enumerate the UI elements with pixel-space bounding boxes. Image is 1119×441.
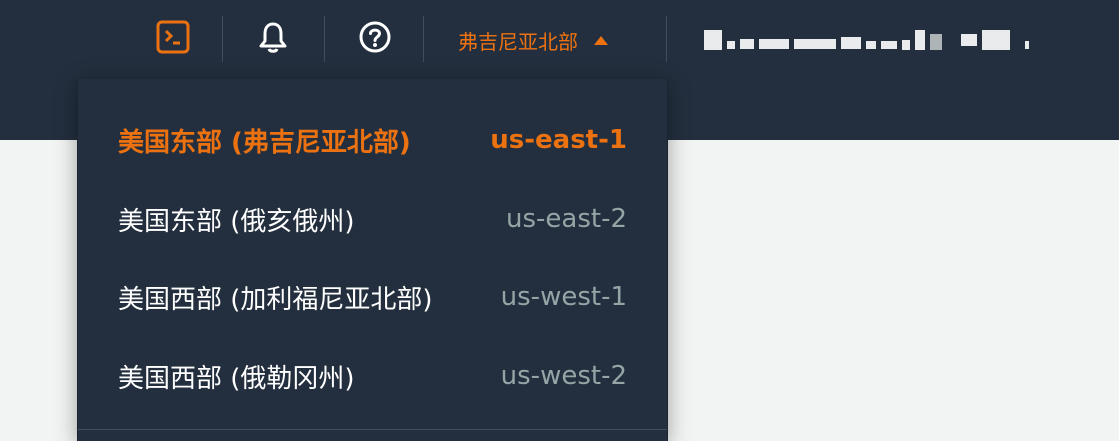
nav-divider [222,16,223,62]
account-label-redacted [704,30,1029,50]
nav-divider [324,16,325,62]
region-selector-label: 弗吉尼亚北部 [458,29,578,54]
region-item-code: us-west-2 [500,361,627,391]
region-item-us-west-2[interactable]: 美国西部 (俄勒冈州) us-west-2 [78,346,669,406]
menu-divider [78,429,667,430]
nav-divider [666,16,667,62]
account-menu-button[interactable] [704,28,1104,52]
region-item-us-west-1[interactable]: 美国西部 (加利福尼亚北部) us-west-1 [78,267,669,327]
top-navigation-bar: 弗吉尼亚北部 [0,0,1119,78]
help-button[interactable] [355,19,395,59]
region-item-code: us-east-1 [490,125,627,155]
region-item-code: us-east-2 [506,204,627,234]
region-item-code: us-west-1 [500,282,627,312]
caret-up-icon [594,35,608,45]
region-item-name: 美国西部 (俄勒冈州) [118,363,355,394]
region-item-us-east-1[interactable]: 美国东部 (弗吉尼亚北部) us-east-1 [78,110,669,170]
nav-divider [423,16,424,62]
notifications-button[interactable] [253,19,293,59]
region-item-name: 美国西部 (加利福尼亚北部) [118,284,433,315]
region-dropdown-menu: 美国东部 (弗吉尼亚北部) us-east-1 美国东部 (俄亥俄州) us-e… [77,79,668,441]
region-item-us-east-2[interactable]: 美国东部 (俄亥俄州) us-east-2 [78,189,669,249]
help-icon [358,20,392,58]
bell-icon [256,20,290,58]
cloudshell-icon [156,20,190,58]
region-item-name: 美国东部 (弗吉尼亚北部) [118,127,411,158]
cloudshell-button[interactable] [153,19,193,59]
region-item-name: 美国东部 (俄亥俄州) [118,206,355,237]
region-selector-button[interactable]: 弗吉尼亚北部 [458,22,608,58]
